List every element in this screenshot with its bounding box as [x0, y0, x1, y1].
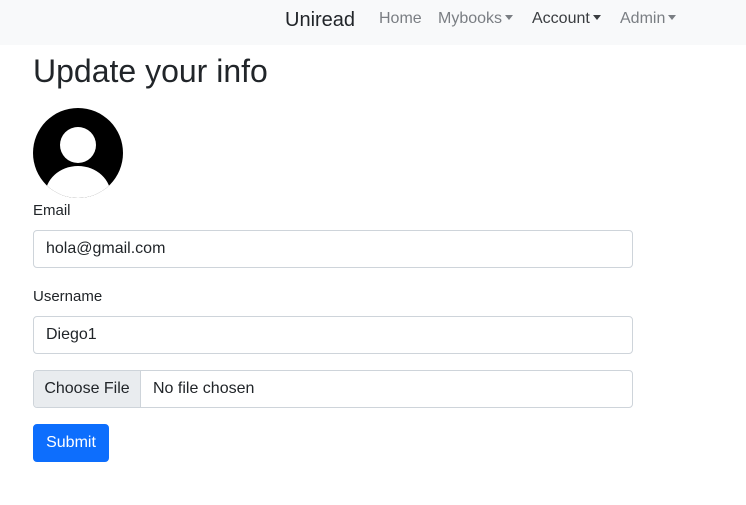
nav-item-mybooks[interactable]: Mybooks — [438, 10, 514, 28]
choose-file-button[interactable]: Choose File — [34, 371, 141, 407]
submit-button[interactable]: Submit — [33, 424, 109, 462]
top-navbar: Uniread Home Mybooks Account Admin — [0, 0, 746, 45]
caret-down-icon — [505, 15, 514, 20]
navbar-brand[interactable]: Uniread — [285, 8, 355, 32]
page-title: Update your info — [33, 53, 268, 89]
email-label: Email — [33, 202, 71, 219]
nav-item-home[interactable]: Home — [379, 10, 422, 28]
username-label: Username — [33, 288, 103, 305]
nav-item-home-label: Home — [379, 10, 422, 27]
caret-down-icon — [668, 15, 677, 20]
nav-item-mybooks-label: Mybooks — [438, 10, 503, 27]
nav-item-account-label: Account — [532, 10, 590, 27]
file-status-text: No file chosen — [153, 380, 255, 397]
nav-item-account[interactable]: Account — [532, 10, 601, 28]
caret-down-icon — [592, 15, 601, 20]
username-field[interactable] — [33, 316, 633, 354]
email-field[interactable] — [33, 230, 633, 268]
user-avatar-icon — [33, 108, 123, 198]
nav-item-admin-label: Admin — [620, 10, 666, 27]
nav-item-admin[interactable]: Admin — [620, 10, 677, 28]
file-input[interactable]: Choose File No file chosen — [33, 370, 633, 408]
